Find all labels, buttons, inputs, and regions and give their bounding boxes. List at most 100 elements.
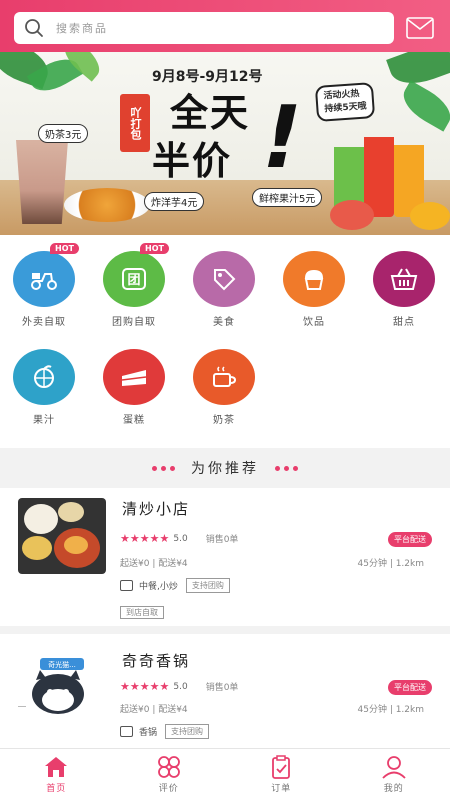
pickup-tag: 到店自取 [120,606,164,619]
delivery-time-distance: 45分钟 | 1.2km [357,705,425,715]
orange-image [410,202,450,230]
tab-label: 我的 [383,784,404,794]
promo-badge: 活动火热 持续5天哦 [314,82,376,122]
rating-value: 5.0 [173,681,188,692]
pickup-tag-row: 到店自取 [120,600,164,619]
category-group-buy[interactable]: 团 HOT 团购自取 [94,243,174,328]
star-icon: ★ [159,680,170,693]
category-label: 蛋糕 [123,415,145,426]
rating-row: ★ ★ ★ ★ ★ 5.0 销售0单 [120,532,238,545]
sales-count: 销售0单 [205,535,239,545]
tea-cup-icon [193,349,255,405]
category-food[interactable]: 美食 [184,251,264,328]
delivery-badge: 平台配送 [388,680,432,695]
category-icon [120,580,133,591]
promo-badge-line2: 持续5天哦 [324,101,367,115]
category-label: 果汁 [33,415,55,426]
category-label: 奶茶 [213,415,235,426]
tab-reviews[interactable]: 评价 [113,749,226,800]
decor-dots-left [152,465,175,471]
shop-category: 中餐,小炒 [139,582,178,592]
decor-dots-right [275,465,298,471]
tab-profile[interactable]: 我的 [338,749,450,800]
group-buy-tag: 支持团购 [185,578,230,593]
tab-label: 订单 [271,784,292,794]
category-takeout[interactable]: HOT 外卖自取 [4,243,84,328]
category-icon [120,726,133,737]
grapefruit-image [330,200,374,230]
tab-home[interactable]: 首页 [0,749,113,800]
cake-icon [103,349,165,405]
category-dessert[interactable]: 甜点 [364,251,444,328]
juice-price-label: 鲜榨果汁5元 [252,188,323,207]
section-title: 为你推荐 [191,461,259,477]
hot-badge: HOT [50,243,79,254]
promo-banner[interactable]: 9月8号-9月12号 吖打包 全天 半价 ! 活动火热 持续5天哦 奶茶3元 炸… [0,52,450,235]
tab-label: 首页 [46,784,67,794]
star-icon: ★ [139,680,150,693]
banner-exclamation: ! [251,88,312,188]
shop-category-row: 中餐,小炒 支持团购 [120,578,230,593]
search-icon [18,12,50,44]
top-header: 搜索商品 [0,0,450,52]
divider-dash [18,706,26,707]
hot-badge: HOT [140,243,169,254]
star-icon: ★ [120,532,130,545]
delivery-badge: 平台配送 [388,532,432,547]
search-placeholder: 搜索商品 [56,22,108,35]
tab-orders[interactable]: 订单 [225,749,338,800]
category-grid: HOT 外卖自取 团 HOT 团购自取 美食 饮品 甜点 果汁 蛋糕 奶茶 [0,235,450,448]
category-milk-tea[interactable]: 奶茶 [184,349,264,426]
star-icon: ★ [159,532,170,545]
delivery-time-distance: 45分钟 | 1.2km [357,559,425,569]
category-label: 饮品 [303,317,325,328]
search-input[interactable]: 搜索商品 [14,12,394,44]
basket-icon [373,251,435,307]
bottom-tab-bar: 首页 评价 订单 我的 [0,748,450,800]
sales-count: 销售0单 [205,683,239,693]
potato-price-label: 炸洋芋4元 [144,192,205,211]
tea-price-label: 奶茶3元 [38,124,89,143]
mail-icon[interactable] [406,17,434,39]
category-cake[interactable]: 蛋糕 [94,349,174,426]
orange-icon [13,349,75,405]
banner-headline-2: 半价 [152,139,233,183]
banner-headline-1: 全天 [170,91,251,135]
shop-logo: 奇光猫... [18,648,106,724]
category-label: 外卖自取 [22,317,66,328]
rating-value: 5.0 [173,533,188,544]
order-icon [272,755,291,779]
star-icon: ★ [139,532,150,545]
brand-tag: 吖打包 [120,94,150,152]
shop-card[interactable]: 清炒小店 ★ ★ ★ ★ ★ 5.0 销售0单 平台配送 起送¥0 | 配送¥4 45分… [0,488,450,626]
star-icon: ★ [149,680,160,693]
user-icon [382,756,406,779]
star-icon: ★ [129,680,140,693]
logo-text: 奇光猫... [48,660,76,669]
shop-category-row: 香锅 支持团购 [120,724,210,739]
fried-potato-image [64,188,150,222]
shop-category: 香锅 [139,728,158,738]
svg-text:团: 团 [127,273,140,288]
category-drinks[interactable]: 饮品 [274,251,354,328]
tag-icon [193,251,255,307]
tab-label: 评价 [158,784,179,794]
scooter-icon: HOT [13,243,79,307]
delivery-fee: 起送¥0 | 配送¥4 [120,705,188,715]
shop-name: 清炒小店 [122,500,191,518]
shop-thumbnail [18,498,106,574]
recommend-header: 为你推荐 [0,448,450,488]
delivery-fee: 起送¥0 | 配送¥4 [120,559,188,569]
group-buy-icon: 团 HOT [103,243,169,307]
shop-name: 奇奇香锅 [122,652,191,670]
shop-card[interactable]: 奇光猫... 奇奇香锅 ★ ★ ★ ★ ★ 5.0 销售0单 平台配送 起送¥0 | 配… [0,634,450,748]
group-buy-tag: 支持团购 [165,724,210,739]
cupcake-icon [283,251,345,307]
category-label: 甜点 [393,317,415,328]
rating-row: ★ ★ ★ ★ ★ 5.0 销售0单 [120,680,238,693]
category-juice[interactable]: 果汁 [4,349,84,426]
star-icon: ★ [120,680,130,693]
star-icon: ★ [149,532,160,545]
leaf-decoration [396,80,450,132]
home-icon [45,757,68,777]
